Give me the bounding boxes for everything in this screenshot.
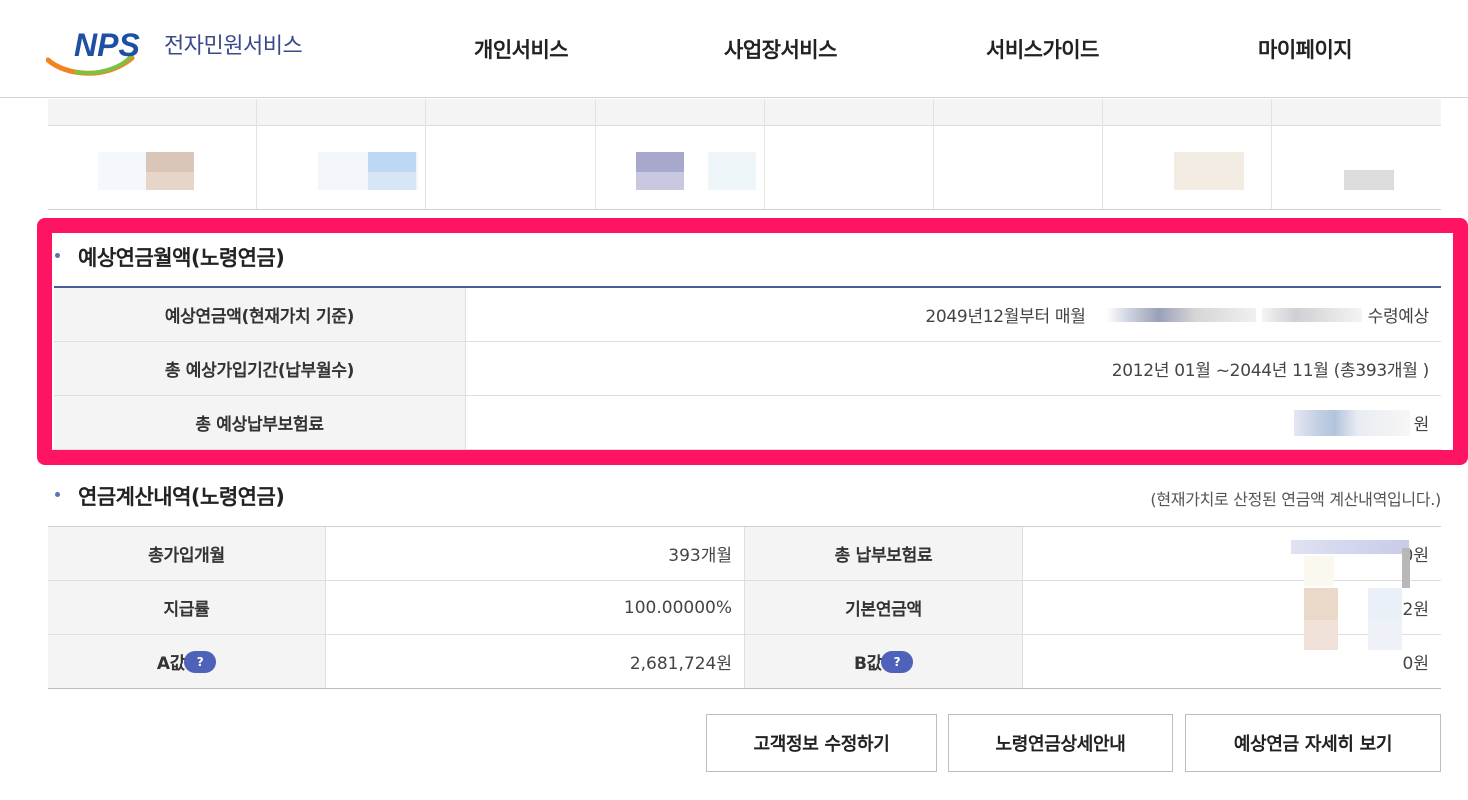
expected-pension-title: 예상연금월액(노령연금) — [78, 246, 285, 270]
row-label: 예상연금액(현재가치 기준) — [54, 288, 466, 341]
b-value-label: B값 — [854, 654, 882, 674]
view-pension-details-button[interactable]: 예상연금 자세히 보기 — [1185, 714, 1441, 772]
redacted-cell — [368, 172, 416, 190]
row-label: 총 예상가입기간(납부월수) — [54, 342, 466, 395]
row-label-with-help: B값 ? — [745, 635, 1023, 688]
row-value: 2,681,724원 — [327, 635, 745, 688]
help-icon[interactable]: ? — [184, 650, 217, 673]
nav-personal-service[interactable]: 개인서비스 — [474, 34, 569, 64]
nav-business-service[interactable]: 사업장서비스 — [724, 34, 837, 64]
calc-details-title: 연금계산내역(노령연금) — [78, 485, 285, 509]
table-row: 예상연금액(현재가치 기준) 2049년12월부터 매월 수령예상 — [54, 288, 1441, 342]
nps-logo[interactable]: NPS 전자민원서비스 — [46, 22, 346, 82]
row-label: 총 납부보험료 — [745, 527, 1023, 580]
table-row: 총 예상가입기간(납부월수) 2012년 01월 ~2044년 11월 (총39… — [54, 342, 1441, 396]
redacted-amount — [1368, 620, 1402, 650]
calc-details-table: 총가입개월 393개월 총 납부보험료 0원 지급률 100.00000% 기본… — [48, 526, 1441, 689]
redacted-cell — [1174, 152, 1244, 190]
edit-customer-info-button[interactable]: 고객정보 수정하기 — [706, 714, 937, 772]
table-row: 총가입개월 393개월 총 납부보험료 0원 — [48, 527, 1441, 581]
section-bullet — [55, 253, 60, 258]
section-bullet — [55, 492, 60, 497]
redacted-amount — [1402, 548, 1410, 588]
logo-text: 전자민원서비스 — [164, 34, 303, 59]
redacted-amount — [1304, 620, 1338, 650]
row-value: 100.00000% — [327, 581, 745, 634]
redacted-cell — [98, 152, 146, 190]
nps-logo-mark-icon: NPS — [46, 27, 140, 76]
redacted-amount — [1261, 307, 1362, 322]
site-header: NPS 전자민원서비스 개인서비스 사업장서비스 서비스가이드 마이페이지 — [0, 0, 1468, 98]
redacted-cell — [146, 152, 194, 172]
blurred-summary-table — [48, 99, 1441, 210]
redacted-cell — [146, 172, 194, 190]
won-unit: 원 — [1413, 415, 1430, 435]
help-icon[interactable]: ? — [881, 650, 913, 673]
row-value: 393개월 — [327, 527, 745, 580]
svg-text:NPS: NPS — [74, 27, 140, 63]
redacted-cell — [1344, 170, 1394, 190]
redacted-cell — [636, 152, 684, 172]
expected-pension-table: 예상연금액(현재가치 기준) 2049년12월부터 매월 수령예상 총 예상가입… — [54, 286, 1441, 450]
table-row: 지급률 100.00000% 기본연금액 2원 — [48, 581, 1441, 635]
row-label: 총 예상납부보험료 — [54, 396, 466, 449]
row-value: 원 — [466, 396, 1441, 449]
table-row: 총 예상납부보험료 원 — [54, 396, 1441, 450]
nav-my-page[interactable]: 마이페이지 — [1258, 34, 1353, 64]
row-label: 총가입개월 — [48, 527, 326, 580]
nav-service-guide[interactable]: 서비스가이드 — [986, 34, 1099, 64]
redacted-cell — [708, 152, 756, 190]
redacted-amount — [1105, 307, 1256, 322]
redacted-amount — [1304, 556, 1334, 586]
redacted-cell — [368, 152, 416, 172]
calc-note: (현재가치로 산정된 연금액 계산내역입니다.) — [1150, 490, 1441, 509]
row-value: 2049년12월부터 매월 수령예상 — [466, 288, 1441, 341]
a-value-label: A값 — [156, 654, 186, 674]
row-label-with-help: A값 ? — [48, 635, 326, 688]
row-label: 기본연금액 — [745, 581, 1023, 634]
redacted-amount — [1293, 409, 1410, 436]
table-row: A값 ? 2,681,724원 B값 ? 0원 — [48, 635, 1441, 689]
redacted-amount — [1368, 588, 1402, 620]
start-date-text: 2049년12월부터 매월 — [925, 307, 1086, 327]
row-label: 지급률 — [48, 581, 326, 634]
old-age-pension-guide-button[interactable]: 노령연금상세안내 — [948, 714, 1173, 772]
receive-expected-text: 수령예상 — [1367, 307, 1430, 327]
redacted-cell — [636, 172, 684, 190]
row-value: 2012년 01월 ~2044년 11월 (총393개월 ) — [1111, 361, 1430, 381]
redacted-amount — [1304, 588, 1338, 620]
redacted-amount — [1291, 540, 1409, 554]
